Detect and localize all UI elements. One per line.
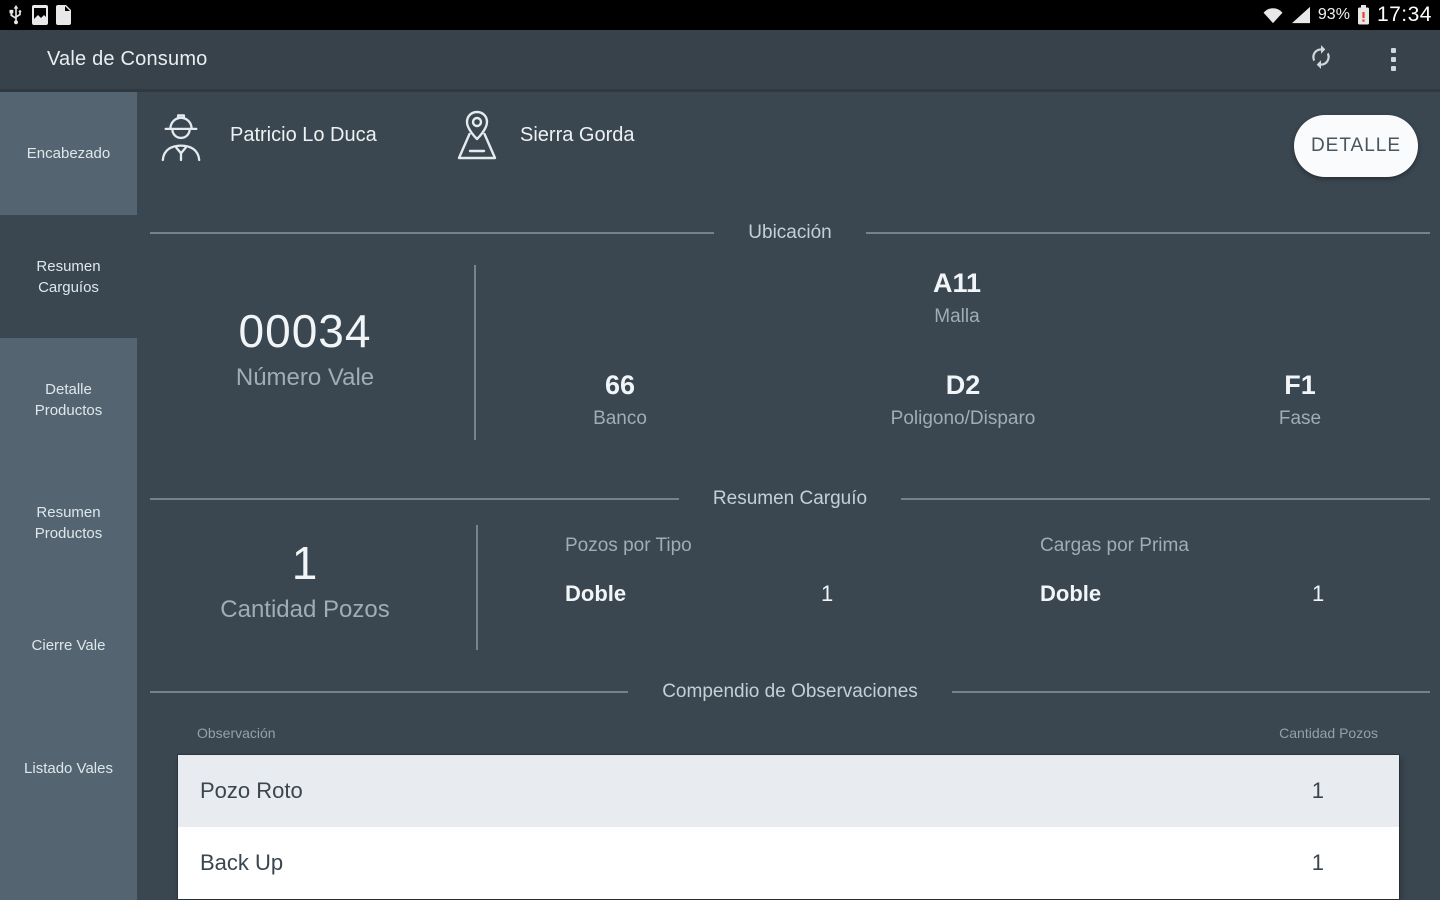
section-divider-resumen-carguio: Resumen Carguío — [150, 488, 1431, 510]
overflow-menu-icon — [1390, 48, 1396, 71]
overflow-menu-button[interactable] — [1372, 39, 1414, 81]
vertical-divider — [476, 525, 478, 650]
sidebar-item-listado-vales[interactable]: Listado Vales — [0, 707, 137, 830]
wifi-icon — [1262, 6, 1284, 24]
numero-vale-label: Número Vale — [235, 364, 375, 391]
battery-percent: 93% — [1317, 6, 1350, 23]
cargas-por-prima-count: 1 — [1312, 581, 1325, 606]
content-panel: Patricio Lo Duca Sierra Gorda DETALLE Ub… — [137, 92, 1440, 900]
refresh-icon — [1308, 44, 1334, 75]
malla-value: A11 — [932, 268, 982, 298]
sidebar-item-label: Listado Vales — [24, 760, 113, 777]
section-title: Compendio de Observaciones — [662, 681, 918, 702]
operator-name: Patricio Lo Duca — [230, 124, 377, 146]
divider-line — [865, 232, 1430, 234]
main-area: Encabezado Resumen Carguíos Detalle Prod… — [0, 92, 1440, 900]
app-bar-actions — [1300, 39, 1414, 81]
cargas-por-prima-label: Cargas por Prima — [1040, 535, 1189, 556]
divider-line — [901, 498, 1431, 500]
status-bar: 93% 17:34 — [0, 0, 1440, 30]
divider-line — [951, 691, 1430, 693]
divider-line — [150, 232, 715, 234]
observation-name: Back Up — [200, 850, 284, 875]
malla-label: Malla — [934, 306, 980, 327]
divider-line — [150, 691, 629, 693]
sidebar-item-label: Detalle Productos — [34, 380, 103, 419]
fase-label: Fase — [1278, 408, 1322, 429]
numero-vale-stat: 00034 Número Vale — [236, 304, 374, 392]
cantidad-pozos-label: Cantidad Pozos — [220, 596, 390, 623]
file-alert-icon — [56, 5, 73, 25]
screenshot-icon — [31, 5, 49, 25]
fase-value: F1 — [1284, 370, 1316, 400]
column-header-cantidad-pozos: Cantidad Pozos — [1279, 725, 1378, 741]
usb-icon — [8, 5, 24, 25]
banco-value: 66 — [604, 370, 636, 400]
sidebar-item-label: Encabezado — [26, 145, 111, 162]
sidebar-item-detalle-productos[interactable]: Detalle Productos — [0, 338, 137, 461]
section-title: Resumen Carguío — [712, 488, 868, 509]
divider-line — [150, 498, 679, 500]
battery-icon — [1357, 5, 1370, 25]
sidebar: Encabezado Resumen Carguíos Detalle Prod… — [0, 92, 137, 900]
malla-stat: A11 Malla — [933, 268, 981, 328]
sidebar-item-encabezado[interactable]: Encabezado — [0, 92, 137, 215]
page-title: Vale de Consumo — [47, 48, 208, 70]
site-name: Sierra Gorda — [520, 124, 635, 146]
poligono-value: D2 — [945, 370, 981, 400]
refresh-button[interactable] — [1300, 39, 1342, 81]
sidebar-item-cierre-vale[interactable]: Cierre Vale — [0, 584, 137, 707]
fase-stat: F1 Fase — [1279, 370, 1321, 430]
section-title: Ubicación — [748, 222, 832, 243]
section-divider-observaciones: Compendio de Observaciones — [150, 681, 1430, 703]
numero-vale-value: 00034 — [238, 305, 372, 357]
table-row[interactable]: Pozo Roto 1 — [178, 755, 1399, 827]
section-divider-ubicacion: Ubicación — [150, 222, 1430, 244]
signal-icon — [1291, 6, 1311, 24]
table-row[interactable]: Back Up 1 — [178, 827, 1399, 899]
location-icon — [455, 108, 499, 164]
clock: 17:34 — [1376, 3, 1432, 26]
cantidad-pozos-value: 1 — [291, 537, 319, 589]
banco-label: Banco — [593, 408, 647, 429]
pozos-por-tipo-count: 1 — [821, 581, 834, 606]
sidebar-item-label: Resumen Carguíos — [36, 257, 101, 296]
poligono-label: Poligono/Disparo — [890, 408, 1036, 429]
pozos-por-tipo-label: Pozos por Tipo — [565, 535, 692, 556]
sidebar-item-label: Resumen Productos — [34, 503, 103, 542]
cargas-por-prima-name: Doble — [1040, 581, 1102, 606]
observation-name: Pozo Roto — [200, 778, 303, 803]
observation-count: 1 — [1311, 778, 1324, 803]
banco-stat: 66 Banco — [593, 370, 647, 430]
poligono-stat: D2 Poligono/Disparo — [891, 370, 1036, 430]
app-screen: 93% 17:34 Vale de Consumo Encabezado Res… — [0, 0, 1440, 900]
detail-button[interactable]: DETALLE — [1294, 115, 1418, 177]
cantidad-pozos-stat: 1 Cantidad Pozos — [220, 536, 389, 624]
status-left-icons — [8, 5, 73, 25]
pozos-por-tipo-name: Doble — [565, 581, 627, 606]
app-bar: Vale de Consumo — [0, 30, 1440, 92]
vertical-divider — [474, 265, 476, 440]
worker-icon — [158, 108, 204, 166]
observation-count: 1 — [1311, 850, 1324, 875]
sidebar-item-label: Cierre Vale — [31, 637, 106, 654]
sidebar-item-resumen-productos[interactable]: Resumen Productos — [0, 461, 137, 584]
column-header-observacion: Observación — [197, 725, 276, 741]
status-right-cluster: 93% 17:34 — [1262, 3, 1432, 27]
observations-table: Pozo Roto 1 Back Up 1 — [178, 755, 1399, 899]
sidebar-item-resumen-carguios[interactable]: Resumen Carguíos — [0, 215, 137, 338]
